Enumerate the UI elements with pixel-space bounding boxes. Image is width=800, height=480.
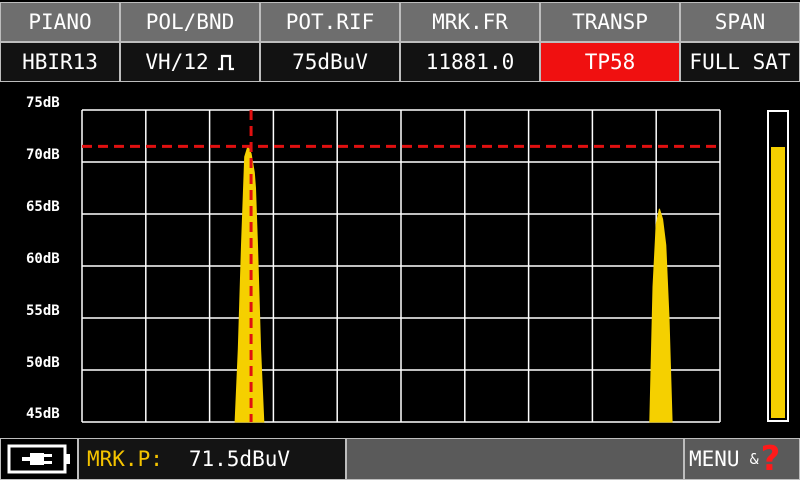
spectrum-plot: 75dB 70dB 65dB 60dB 55dB 50dB 45dB	[0, 90, 800, 430]
header-potrif-label: POT.RIF	[260, 2, 400, 42]
spectrum-peak	[234, 144, 265, 423]
marker-power-readout: MRK.P: 71.5dBuV	[78, 438, 346, 480]
header-span-label: SPAN	[680, 2, 800, 42]
header-mrkfr-label: MRK.FR	[400, 2, 540, 42]
status-field	[346, 438, 684, 480]
header-transp-label: TRANSP	[540, 2, 680, 42]
level-meter	[767, 110, 789, 422]
menu-help-button[interactable]: MENU & ?	[684, 438, 800, 480]
level-meter-fill	[771, 146, 785, 418]
piano-value-button[interactable]: HBIR13	[0, 42, 120, 82]
pulse-square-icon	[217, 54, 234, 71]
header-polbnd-label: POL/BND	[120, 2, 260, 42]
header-piano-label: PIANO	[0, 2, 120, 42]
marker-power-label: MRK.P:	[87, 447, 163, 471]
battery-plug-icon	[7, 444, 70, 474]
spectrum-peak	[649, 208, 673, 423]
potrif-value-button[interactable]: 75dBuV	[260, 42, 400, 82]
transp-value-button[interactable]: TP58	[540, 42, 680, 82]
menu-amp: &	[749, 450, 759, 468]
span-value-button[interactable]: FULL SAT	[680, 42, 800, 82]
polbnd-value-button[interactable]: VH/12	[120, 42, 260, 82]
mrkfr-value-button[interactable]: 11881.0	[400, 42, 540, 82]
polbnd-value: VH/12	[145, 50, 209, 74]
help-icon: ?	[760, 439, 781, 479]
spectrum-chart	[81, 109, 721, 423]
marker-power-value: 71.5dBuV	[188, 447, 291, 471]
menu-label: MENU	[689, 447, 740, 471]
battery-status	[0, 438, 78, 480]
